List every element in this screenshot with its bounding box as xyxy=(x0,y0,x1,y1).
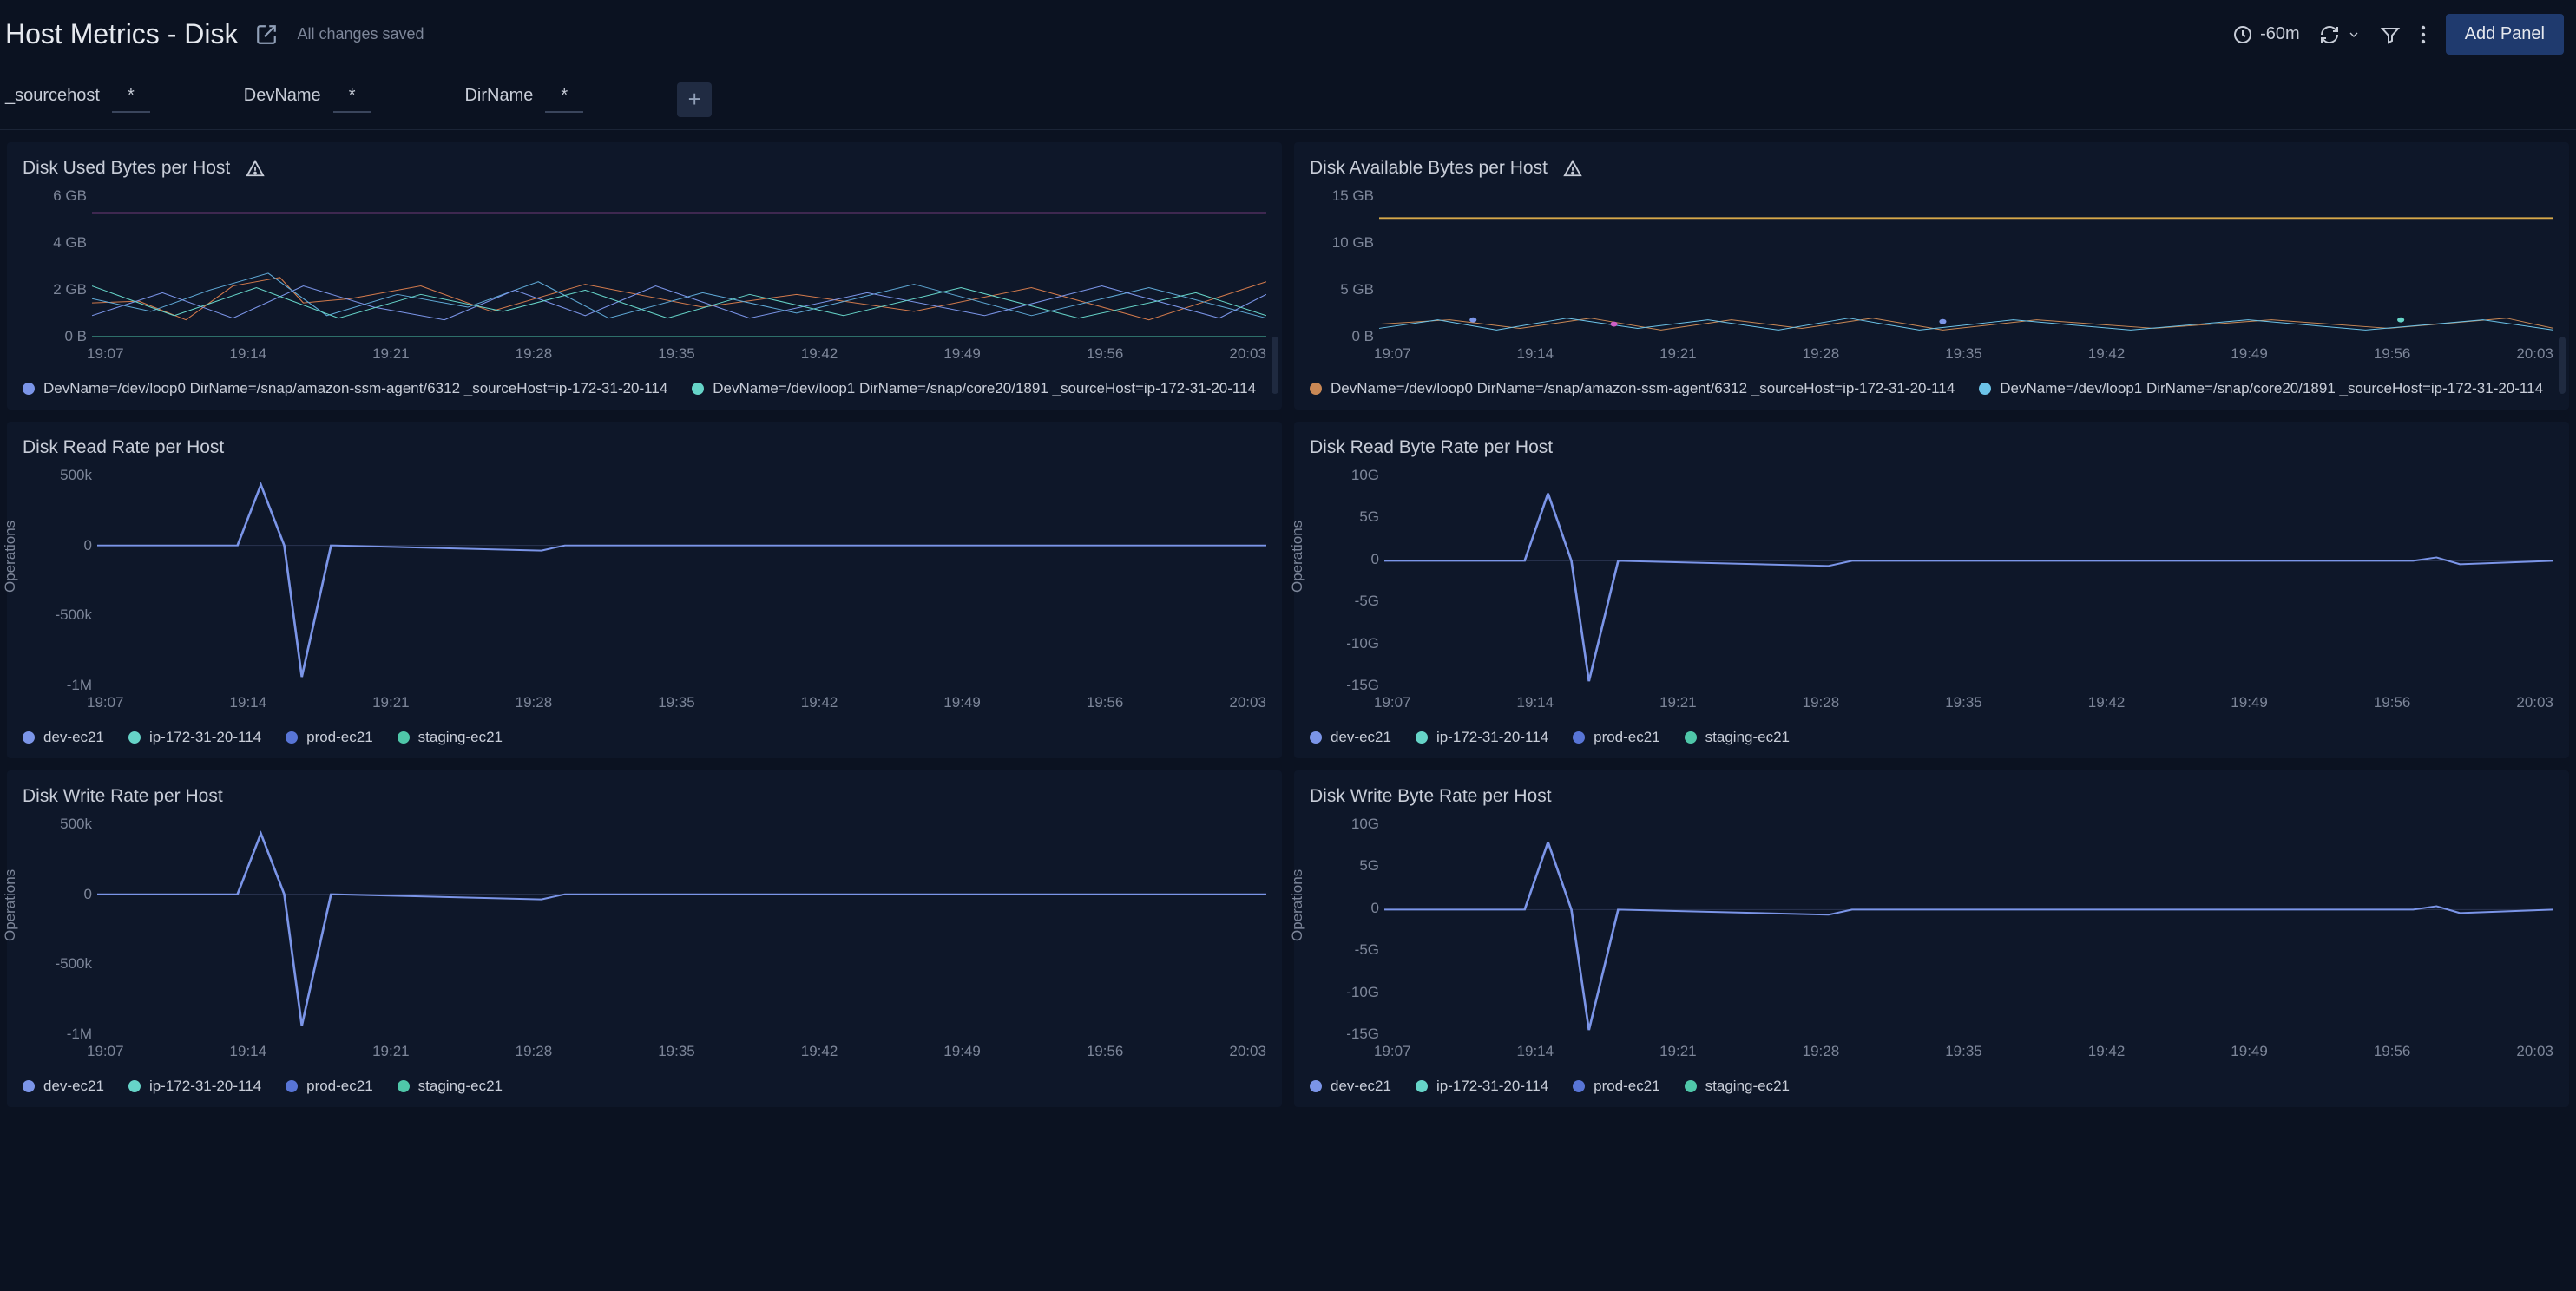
panel-disk-available: Disk Available Bytes per Host 15 GB10 GB… xyxy=(1294,142,2569,410)
dashboard-header: Host Metrics - Disk All changes saved -6… xyxy=(0,0,2576,69)
filter-label: DirName xyxy=(464,86,533,106)
y-axis: 6 GB4 GB 2 GB0 B xyxy=(23,187,87,345)
panel-title: Disk Write Byte Rate per Host xyxy=(1310,786,1552,807)
x-axis: 19:0719:1419:21 19:2819:3519:42 19:4919:… xyxy=(1374,694,2553,718)
panel-grid: Disk Used Bytes per Host 6 GB4 GB 2 GB0 … xyxy=(0,130,2576,1114)
y-axis: 15 GB10 GB 5 GB0 B xyxy=(1310,187,1374,345)
panel-title: Disk Used Bytes per Host xyxy=(23,158,230,179)
y-axis-label: Operations xyxy=(1289,521,1306,593)
y-axis: 10G5G 0-5G -10G-15G xyxy=(1310,467,1379,694)
legend-item[interactable]: staging-ec21 xyxy=(398,1078,503,1095)
panel-write-byte: Disk Write Byte Rate per Host Operations… xyxy=(1294,770,2569,1107)
filter-label: DevName xyxy=(244,86,321,106)
y-axis-label: Operations xyxy=(1289,869,1306,941)
legend-item[interactable]: staging-ec21 xyxy=(398,729,503,746)
plot-area xyxy=(1384,472,2553,694)
plot-area xyxy=(97,472,1266,694)
plot-area xyxy=(1379,193,2553,345)
x-axis: 19:0719:1419:21 19:2819:3519:42 19:4919:… xyxy=(87,345,1266,370)
chart[interactable]: 6 GB4 GB 2 GB0 B 19:0719:1419:21 19:2819… xyxy=(23,187,1266,370)
y-axis: 500k0 -500k-1M xyxy=(23,467,92,694)
panel-title: Disk Read Rate per Host xyxy=(23,437,224,458)
filter-bar: _sourcehost * DevName * DirName * + xyxy=(0,69,2576,130)
x-axis: 19:0719:1419:21 19:2819:3519:42 19:4919:… xyxy=(87,1043,1266,1067)
legend-item[interactable]: ip-172-31-20-114 xyxy=(128,1078,261,1095)
time-range-picker[interactable]: -60m xyxy=(2232,24,2300,45)
chevron-down-icon xyxy=(2347,28,2361,42)
time-range-value: -60m xyxy=(2260,24,2300,44)
legend: dev-ec21 ip-172-31-20-114 prod-ec21 stag… xyxy=(1310,1078,2553,1095)
panel-disk-used: Disk Used Bytes per Host 6 GB4 GB 2 GB0 … xyxy=(7,142,1282,410)
legend-item[interactable]: dev-ec21 xyxy=(23,729,104,746)
legend: dev-ec21 ip-172-31-20-114 prod-ec21 stag… xyxy=(23,1078,1266,1095)
add-filter-button[interactable]: + xyxy=(677,82,712,117)
filter-value[interactable]: * xyxy=(333,86,371,113)
filter-devname[interactable]: DevName * xyxy=(244,86,371,113)
share-icon[interactable] xyxy=(255,23,278,46)
y-axis-label: Operations xyxy=(2,521,19,593)
filter-dirname[interactable]: DirName * xyxy=(464,86,583,113)
legend-item[interactable]: DevName=/dev/loop1 DirName=/snap/core20/… xyxy=(692,380,1256,397)
x-axis: 19:0719:1419:21 19:2819:3519:42 19:4919:… xyxy=(1374,1043,2553,1067)
panel-read-byte: Disk Read Byte Rate per Host Operations … xyxy=(1294,422,2569,758)
save-status: All changes saved xyxy=(297,25,424,43)
legend-item[interactable]: prod-ec21 xyxy=(286,1078,373,1095)
filter-value[interactable]: * xyxy=(545,86,583,113)
legend: dev-ec21 ip-172-31-20-114 prod-ec21 stag… xyxy=(23,729,1266,746)
filter-value[interactable]: * xyxy=(112,86,150,113)
chart[interactable]: Operations 500k0 -500k-1M 19:0719:1419:2… xyxy=(23,467,1266,718)
legend-item[interactable]: staging-ec21 xyxy=(1685,729,1790,746)
legend-scrollbar[interactable] xyxy=(2559,337,2566,394)
filter-icon[interactable] xyxy=(2380,24,2401,45)
plot-area xyxy=(97,821,1266,1043)
legend-item[interactable]: DevName=/dev/loop1 DirName=/snap/core20/… xyxy=(1979,380,2543,397)
y-axis: 500k0 -500k-1M xyxy=(23,816,92,1043)
x-axis: 19:0719:1419:21 19:2819:3519:42 19:4919:… xyxy=(1374,345,2553,370)
chart[interactable]: Operations 10G5G 0-5G -10G-15G 19:0719:1… xyxy=(1310,467,2553,718)
legend-item[interactable]: ip-172-31-20-114 xyxy=(1416,1078,1548,1095)
plot-area xyxy=(1384,821,2553,1043)
legend-item[interactable]: DevName=/dev/loop0 DirName=/snap/amazon-… xyxy=(1310,380,1955,397)
legend-item[interactable]: staging-ec21 xyxy=(1685,1078,1790,1095)
clock-icon xyxy=(2232,24,2253,45)
x-axis: 19:0719:1419:21 19:2819:3519:42 19:4919:… xyxy=(87,694,1266,718)
legend: dev-ec21 ip-172-31-20-114 prod-ec21 stag… xyxy=(1310,729,2553,746)
chart[interactable]: 15 GB10 GB 5 GB0 B 19:0719:1419:21 19:28… xyxy=(1310,187,2553,370)
legend-item[interactable]: DevName=/dev/loop0 DirName=/snap/amazon-… xyxy=(23,380,667,397)
chart[interactable]: Operations 10G5G 0-5G -10G-15G 19:0719:1… xyxy=(1310,816,2553,1067)
add-panel-button[interactable]: Add Panel xyxy=(2446,14,2564,55)
legend: DevName=/dev/loop0 DirName=/snap/amazon-… xyxy=(1310,380,2553,397)
legend-item[interactable]: prod-ec21 xyxy=(1573,729,1660,746)
legend-item[interactable]: dev-ec21 xyxy=(1310,729,1391,746)
chart[interactable]: Operations 500k0 -500k-1M 19:0719:1419:2… xyxy=(23,816,1266,1067)
warning-icon[interactable] xyxy=(246,159,265,178)
legend: DevName=/dev/loop0 DirName=/snap/amazon-… xyxy=(23,380,1266,397)
legend-item[interactable]: ip-172-31-20-114 xyxy=(1416,729,1548,746)
legend-item[interactable]: prod-ec21 xyxy=(286,729,373,746)
warning-icon[interactable] xyxy=(1563,159,1582,178)
legend-item[interactable]: prod-ec21 xyxy=(1573,1078,1660,1095)
legend-item[interactable]: dev-ec21 xyxy=(1310,1078,1391,1095)
legend-scrollbar[interactable] xyxy=(1272,337,1278,394)
page-title: Host Metrics - Disk xyxy=(5,18,238,50)
y-axis: 10G5G 0-5G -10G-15G xyxy=(1310,816,1379,1043)
legend-item[interactable]: dev-ec21 xyxy=(23,1078,104,1095)
panel-write-rate: Disk Write Rate per Host Operations 500k… xyxy=(7,770,1282,1107)
filter-sourcehost[interactable]: _sourcehost * xyxy=(5,86,150,113)
legend-item[interactable]: ip-172-31-20-114 xyxy=(128,729,261,746)
y-axis-label: Operations xyxy=(2,869,19,941)
panel-read-rate: Disk Read Rate per Host Operations 500k0… xyxy=(7,422,1282,758)
panel-title: Disk Write Rate per Host xyxy=(23,786,223,807)
more-icon[interactable] xyxy=(2420,24,2427,45)
filter-label: _sourcehost xyxy=(5,86,100,106)
plot-area xyxy=(92,193,1266,345)
refresh-icon xyxy=(2319,24,2340,45)
panel-title: Disk Read Byte Rate per Host xyxy=(1310,437,1553,458)
panel-title: Disk Available Bytes per Host xyxy=(1310,158,1548,179)
refresh-picker[interactable] xyxy=(2319,24,2361,45)
